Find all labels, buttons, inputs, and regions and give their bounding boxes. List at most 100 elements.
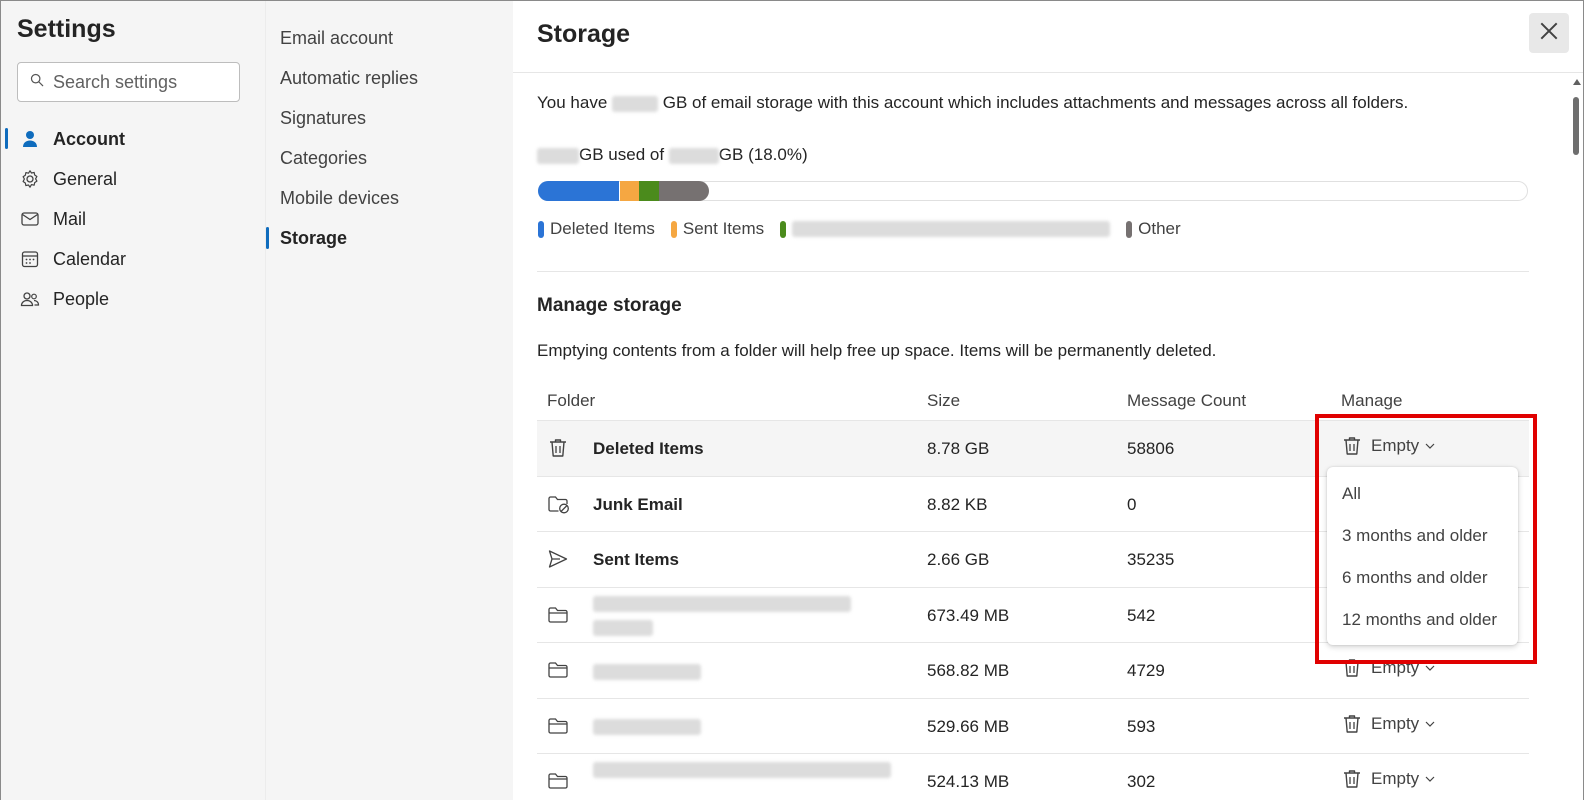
bar-segment-other	[659, 181, 709, 201]
empty-button[interactable]: Empty	[1341, 713, 1443, 735]
search-input[interactable]	[53, 71, 223, 93]
nav-item-people[interactable]: People	[1, 279, 265, 319]
chevron-down-icon	[1425, 776, 1435, 782]
folder-icon	[547, 659, 571, 681]
message-count: 593	[1127, 716, 1156, 736]
subnav-item-categories[interactable]: Categories	[266, 138, 514, 178]
nav-item-label: Calendar	[53, 248, 127, 269]
trash-icon	[1344, 770, 1360, 788]
folder-size: 8.82 KB	[927, 494, 988, 514]
folder-size: 8.78 GB	[927, 439, 990, 458]
mail-icon	[19, 208, 41, 230]
settings-nav: Settings Account General Mail	[1, 1, 265, 800]
bar-segment-sent	[620, 181, 639, 201]
chevron-down-icon	[1425, 665, 1435, 671]
nav-item-label: People	[53, 288, 110, 309]
folder-icon	[547, 715, 571, 737]
nav-item-label: Mail	[53, 208, 87, 229]
message-count: 542	[1127, 605, 1156, 625]
usage-percent: (18.0%)	[748, 145, 808, 164]
subnav-item-mobile-devices[interactable]: Mobile devices	[266, 178, 514, 218]
column-header-size: Size	[927, 391, 961, 410]
empty-label: Empty	[1371, 769, 1420, 788]
folder-name: Deleted Items	[593, 439, 704, 458]
subnav-item-automatic-replies[interactable]: Automatic replies	[266, 58, 514, 98]
nav-item-calendar[interactable]: Calendar	[1, 239, 265, 279]
folder-size: 673.49 MB	[927, 605, 1010, 625]
empty-label: Empty	[1371, 713, 1420, 733]
scroll-thumb[interactable]	[1573, 97, 1579, 155]
legend-item	[780, 220, 1111, 238]
redacted-value	[668, 147, 719, 164]
table-row[interactable]: 524.13 MB 302 Empty	[537, 754, 1529, 800]
junk-folder-icon	[547, 493, 571, 515]
legend-item: Other	[1126, 219, 1181, 239]
message-count: 58806	[1127, 439, 1175, 458]
subnav-item-signatures[interactable]: Signatures	[266, 98, 514, 138]
column-header-folder: Folder	[547, 391, 596, 410]
subnav-item-email-account[interactable]: Email account	[266, 18, 514, 58]
nav-item-label: Account	[53, 128, 125, 149]
person-icon	[19, 128, 41, 150]
chevron-down-icon	[1425, 721, 1435, 727]
nav-item-label: General	[53, 168, 118, 189]
storage-legend: Deleted Items Sent Items Other	[538, 219, 1197, 239]
send-icon	[547, 548, 571, 570]
usage-unit: GB	[718, 145, 744, 164]
subnav-item-storage[interactable]: Storage	[266, 218, 514, 258]
manage-storage-description: Emptying contents from a folder will hel…	[537, 341, 1217, 360]
bar-segment-deleted	[538, 181, 619, 201]
folder-name-redacted	[593, 762, 891, 786]
usage-text: GB used of	[579, 145, 665, 164]
folder-size: 529.66 MB	[927, 716, 1010, 736]
close-button[interactable]	[1529, 13, 1569, 53]
folder-name-redacted	[593, 595, 851, 636]
settings-title: Settings	[17, 15, 116, 43]
empty-button[interactable]: Empty	[1341, 768, 1443, 790]
legend-item: Sent Items	[670, 219, 764, 239]
folder-icon	[547, 770, 571, 792]
folder-name: Junk Email	[593, 494, 683, 514]
divider	[537, 271, 1529, 272]
nav-item-general[interactable]: General	[1, 159, 265, 199]
scroll-up-arrow-icon[interactable]	[1573, 79, 1581, 85]
storage-intro: You have GB of email storage with this a…	[537, 93, 1408, 113]
folder-size: 2.66 GB	[927, 550, 990, 569]
panel-header: Storage	[513, 1, 1583, 73]
manage-storage-title: Manage storage	[537, 295, 682, 316]
intro-text-start: You have	[537, 93, 608, 112]
bar-segment-folder	[639, 181, 659, 201]
storage-usage-bar	[538, 181, 1528, 201]
message-count: 302	[1127, 772, 1156, 791]
folder-icon	[547, 604, 571, 626]
folder-name-redacted	[593, 661, 701, 681]
intro-text-end: GB of email storage with this account wh…	[662, 93, 1409, 112]
highlight-annotation-box	[1315, 414, 1537, 664]
redacted-value	[537, 147, 579, 164]
table-row[interactable]: 529.66 MB 593 Empty	[537, 699, 1529, 754]
scrollbar[interactable]	[1569, 73, 1583, 799]
legend-item: Deleted Items	[538, 219, 655, 239]
nav-item-mail[interactable]: Mail	[1, 199, 265, 239]
search-box[interactable]	[17, 62, 240, 102]
folder-name: Sent Items	[593, 550, 679, 569]
people-icon	[19, 288, 41, 310]
folder-name-redacted	[593, 717, 701, 737]
storage-usage: GB used of GB (18.0%)	[537, 145, 808, 165]
message-count: 4729	[1127, 661, 1165, 680]
message-count: 0	[1127, 494, 1137, 514]
page-title: Storage	[537, 20, 631, 48]
calendar-icon	[19, 248, 41, 270]
trash-icon	[1344, 714, 1360, 733]
account-subnav: Email account Automatic replies Signatur…	[265, 1, 513, 800]
folder-size: 524.13 MB	[927, 772, 1010, 791]
column-header-manage: Manage	[1341, 391, 1403, 410]
column-header-count: Message Count	[1127, 391, 1247, 410]
close-icon	[1538, 20, 1560, 47]
storage-panel: Storage You have GB of email storage wit…	[513, 1, 1583, 800]
message-count: 35235	[1127, 550, 1175, 569]
gear-icon	[19, 168, 41, 190]
search-icon	[30, 73, 44, 92]
nav-item-account[interactable]: Account	[1, 119, 265, 159]
folder-size: 568.82 MB	[927, 661, 1010, 680]
